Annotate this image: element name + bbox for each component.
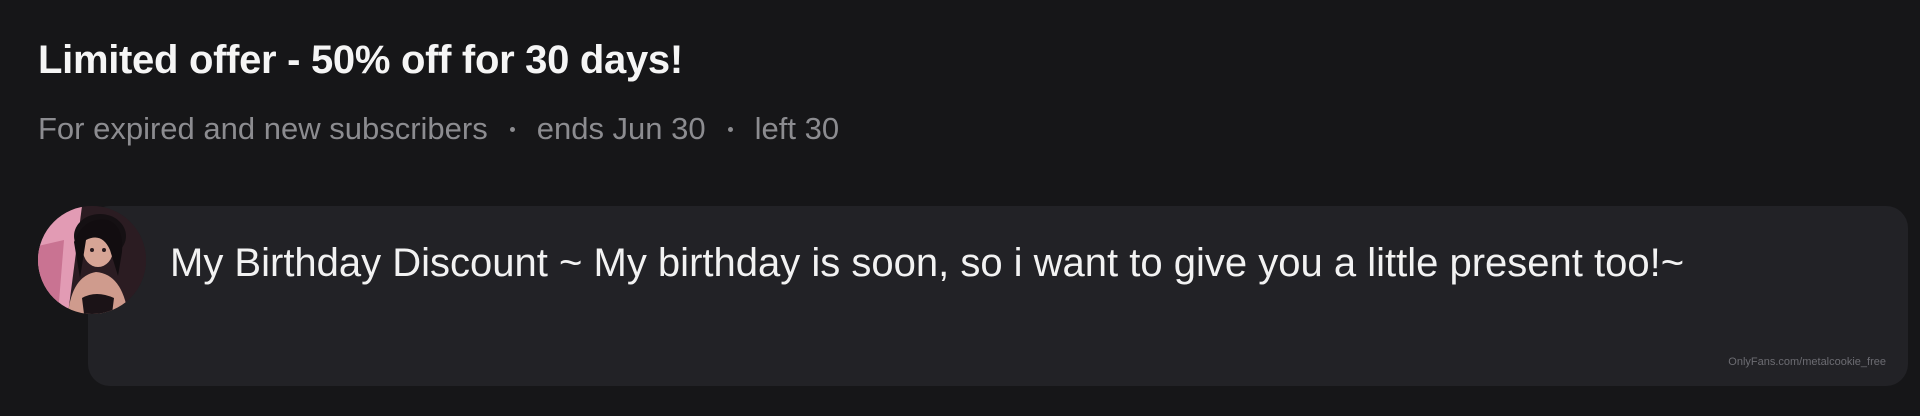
offer-message-text: My Birthday Discount ~ My birthday is so… — [170, 241, 1685, 285]
offer-meta: For expired and new subscribers ends Jun… — [38, 111, 839, 147]
offer-end-date: ends Jun 30 — [536, 111, 706, 146]
promo-offer-panel: Limited offer - 50% off for 30 days! For… — [0, 0, 1920, 416]
watermark: OnlyFans.com/metalcookie_free — [1728, 356, 1886, 368]
avatar[interactable] — [38, 206, 146, 314]
offer-message-card: My Birthday Discount ~ My birthday is so… — [88, 206, 1908, 386]
separator-dot-icon — [509, 126, 515, 132]
separator-dot-icon — [727, 126, 733, 132]
avatar-image — [38, 206, 146, 314]
offer-audience: For expired and new subscribers — [38, 111, 488, 146]
offer-title: Limited offer - 50% off for 30 days! — [38, 38, 683, 82]
offer-remaining: left 30 — [754, 111, 840, 146]
